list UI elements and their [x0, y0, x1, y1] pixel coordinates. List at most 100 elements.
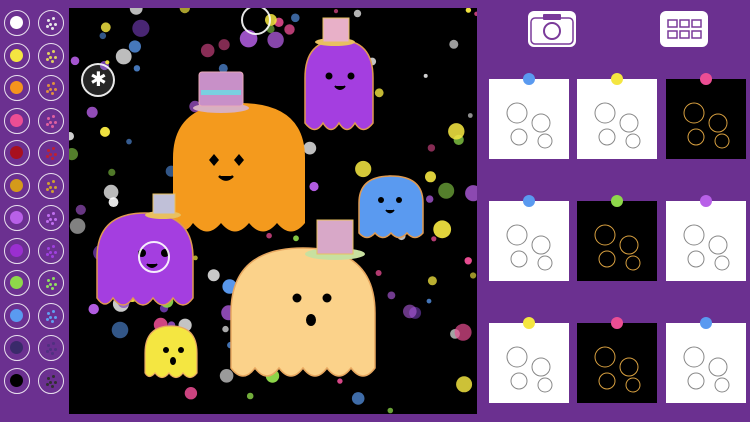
gallery-thumbnail[interactable] [489, 195, 569, 281]
glitter-dot [433, 220, 452, 239]
glitter-swatch[interactable] [38, 107, 64, 134]
glitter-swatch[interactable] [38, 75, 64, 101]
glitter-dot [70, 56, 80, 66]
glitter-dot [449, 39, 459, 49]
gallery-thumbnail[interactable] [666, 73, 746, 159]
glitter-dot [465, 8, 472, 13]
color-swatch[interactable] [4, 75, 30, 101]
swatch-fill [10, 113, 23, 127]
glitter-speck [51, 384, 54, 388]
swatch-fill [10, 276, 23, 289]
glitter-speck [49, 283, 52, 286]
gallery-thumbnail[interactable] [489, 317, 569, 403]
pin-icon [700, 73, 712, 85]
glitter-dot [337, 378, 343, 384]
glitter-speck [54, 153, 57, 156]
glitter-speck [47, 214, 50, 217]
glitter-dot [129, 8, 143, 15]
glitter-dot [427, 276, 437, 286]
glitter-dot [128, 40, 141, 53]
glitter-speck [47, 246, 50, 250]
yellow-ghost [144, 325, 198, 379]
glitter-dot [88, 303, 99, 315]
thumbnail-drawing [683, 224, 730, 271]
glitter-dot [454, 323, 472, 341]
glitter-speck [54, 250, 57, 254]
swatch-fill [10, 341, 23, 354]
glitter-swatch[interactable] [38, 335, 64, 361]
glitter-dot [303, 141, 317, 155]
right-panel [478, 0, 750, 422]
glitter-dot [126, 138, 132, 145]
color-swatch[interactable] [4, 42, 30, 69]
glitter-speck [54, 120, 57, 124]
glitter-swatch[interactable] [38, 237, 64, 264]
glitter-speck [46, 155, 49, 158]
color-swatch[interactable] [4, 205, 30, 231]
glitter-speck [49, 218, 52, 221]
gallery-thumbnail[interactable] [666, 317, 746, 403]
pin-icon [523, 317, 535, 329]
color-swatch[interactable] [4, 270, 30, 296]
glitter-speck [46, 57, 49, 61]
glitter-dot [108, 168, 116, 176]
gallery-thumbnail[interactable] [577, 195, 657, 281]
glitter-speck [49, 120, 52, 124]
glitter-swatch[interactable] [38, 140, 64, 166]
glitter-speck [51, 319, 54, 323]
glitter-speck [47, 116, 50, 120]
glitter-dot [425, 171, 436, 183]
glitter-speck [52, 49, 55, 53]
gallery-button[interactable] [660, 11, 708, 47]
thumbnail-drawing [594, 346, 641, 393]
gallery-thumbnail[interactable] [577, 73, 657, 159]
color-swatch[interactable] [4, 140, 30, 166]
glitter-swatch[interactable] [38, 302, 64, 329]
color-swatch[interactable] [4, 367, 30, 394]
pin-icon [700, 195, 712, 207]
purple-ghost-top [304, 17, 374, 131]
glitter-swatch[interactable] [38, 367, 64, 394]
glitter-speck [47, 84, 50, 87]
glitter-dot [99, 32, 107, 40]
glitter-speck [47, 149, 50, 152]
glitter-dot [100, 126, 110, 137]
glitter-swatch[interactable] [38, 42, 64, 69]
glitter-dot [69, 132, 74, 141]
glitter-dot [423, 73, 428, 78]
glitter-dot [465, 185, 477, 202]
glitter-dot [426, 195, 434, 203]
color-swatch[interactable] [4, 335, 30, 361]
glitter-swatch[interactable] [38, 205, 64, 231]
drawing-canvas[interactable]: ✱ [69, 8, 477, 414]
color-swatch[interactable] [4, 10, 30, 36]
glitter-speck [46, 90, 49, 93]
glitter-dot [467, 113, 473, 118]
gallery-thumbnail[interactable] [666, 195, 746, 281]
glitter-speck [47, 311, 50, 315]
color-swatch[interactable] [4, 302, 30, 329]
thumbnail-drawing [506, 346, 553, 393]
glitter-speck [46, 252, 49, 256]
glitter-dot [427, 144, 436, 152]
glitter-speck [46, 382, 49, 386]
color-swatch[interactable] [4, 172, 30, 199]
spider-stamp-tool[interactable]: ✱ [81, 63, 115, 97]
glitter-swatch[interactable] [38, 10, 64, 36]
glitter-swatch[interactable] [38, 172, 64, 199]
glitter-dot [115, 48, 132, 65]
thumbnail-drawing [506, 224, 553, 271]
glitter-dot [184, 387, 198, 400]
glitter-dot [105, 60, 110, 65]
pin-icon [523, 73, 535, 85]
orange-ghost [173, 71, 305, 232]
camera-button[interactable] [528, 11, 576, 47]
glitter-speck [51, 222, 54, 225]
glitter-swatch[interactable] [38, 270, 64, 296]
color-swatch[interactable] [4, 107, 30, 134]
glitter-speck [51, 92, 54, 95]
gallery-thumbnail[interactable] [577, 317, 657, 403]
color-swatch[interactable] [4, 237, 30, 264]
gallery-thumbnail[interactable] [489, 73, 569, 159]
stamp-cursor[interactable] [138, 241, 170, 273]
